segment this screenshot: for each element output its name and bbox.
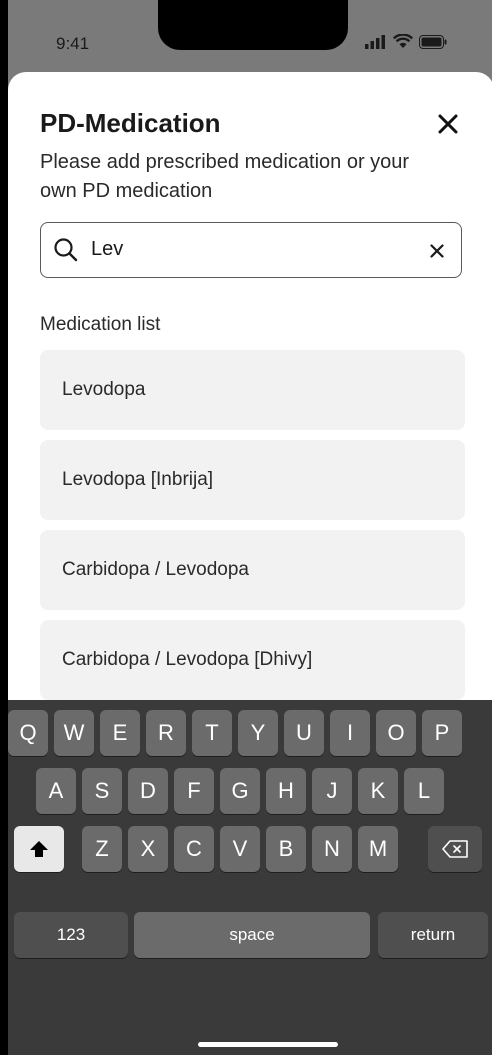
medication-item-carbidopa-levodopa-dhivy[interactable]: Carbidopa / Levodopa [Dhivy] (40, 620, 465, 700)
numbers-key[interactable]: 123 (14, 912, 128, 958)
sheet-title: PD-Medication (40, 108, 221, 138)
key-y[interactable]: Y (238, 710, 278, 756)
key-n[interactable]: N (312, 826, 352, 872)
onscreen-keyboard: Q W E R T Y U I O P A S D F G H J K L Z … (8, 700, 492, 1055)
battery-icon (419, 34, 447, 49)
medication-item-label: Carbidopa / Levodopa [Dhivy] (62, 649, 313, 670)
backspace-icon (442, 840, 468, 858)
medication-item-levodopa[interactable]: Levodopa (40, 350, 465, 430)
key-z[interactable]: Z (82, 826, 122, 872)
clear-search-button[interactable] (427, 241, 447, 261)
status-icons (365, 34, 447, 49)
shift-key[interactable] (14, 826, 64, 872)
key-v[interactable]: V (220, 826, 260, 872)
home-indicator[interactable] (198, 1042, 338, 1047)
key-c[interactable]: C (174, 826, 214, 872)
key-h[interactable]: H (266, 768, 306, 814)
key-f[interactable]: F (174, 768, 214, 814)
key-b[interactable]: B (266, 826, 306, 872)
key-q[interactable]: Q (8, 710, 48, 756)
key-i[interactable]: I (330, 710, 370, 756)
key-d[interactable]: D (128, 768, 168, 814)
medication-item-label: Levodopa [Inbrija] (62, 469, 214, 490)
key-r[interactable]: R (146, 710, 186, 756)
close-button[interactable] (433, 109, 463, 139)
medication-item-levodopa-inbrija[interactable]: Levodopa [Inbrija] (40, 440, 465, 520)
key-k[interactable]: K (358, 768, 398, 814)
medication-item-label: Levodopa (62, 379, 146, 400)
close-icon (438, 114, 458, 134)
medication-list: Levodopa Levodopa [Inbrija] Carbidopa / … (40, 350, 465, 710)
key-l[interactable]: L (404, 768, 444, 814)
shift-icon (30, 841, 48, 857)
key-t[interactable]: T (192, 710, 232, 756)
status-time: 9:41 (56, 34, 90, 53)
wifi-icon (393, 34, 413, 48)
clear-icon (430, 244, 444, 258)
space-key[interactable]: space (134, 912, 370, 958)
device-frame-left (0, 0, 8, 1055)
medication-sheet: PD-Medication Please add prescribed medi… (8, 72, 492, 712)
medication-item-carbidopa-levodopa[interactable]: Carbidopa / Levodopa (40, 530, 465, 610)
medication-list-heading: Medication list (40, 314, 161, 335)
medication-item-label: Carbidopa / Levodopa (62, 559, 249, 580)
search-icon (53, 237, 79, 268)
key-a[interactable]: A (36, 768, 76, 814)
key-m[interactable]: M (358, 826, 398, 872)
signal-icon (365, 34, 385, 49)
key-u[interactable]: U (284, 710, 324, 756)
key-w[interactable]: W (54, 710, 94, 756)
status-bar: 9:41 (8, 0, 492, 68)
key-x[interactable]: X (128, 826, 168, 872)
key-s[interactable]: S (82, 768, 122, 814)
return-key[interactable]: return (378, 912, 488, 958)
key-e[interactable]: E (100, 710, 140, 756)
sheet-subtitle: Please add prescribed medication or your… (40, 151, 410, 202)
key-g[interactable]: G (220, 768, 260, 814)
key-j[interactable]: J (312, 768, 352, 814)
phone-screen: 9:41 PD-Medication Please add prescribed… (8, 0, 492, 1055)
backspace-key[interactable] (428, 826, 482, 872)
search-field[interactable] (40, 222, 462, 278)
notch (158, 0, 348, 50)
key-o[interactable]: O (376, 710, 416, 756)
key-p[interactable]: P (422, 710, 462, 756)
search-input[interactable] (91, 233, 411, 265)
